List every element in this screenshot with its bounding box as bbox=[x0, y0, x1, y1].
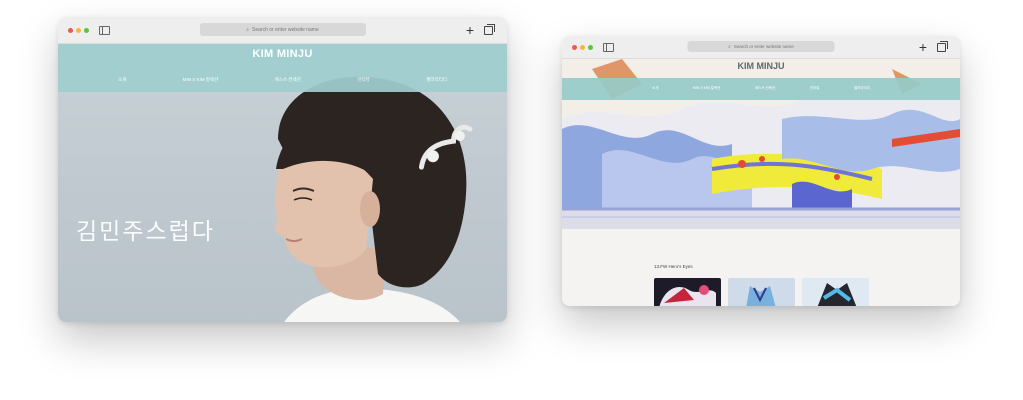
address-placeholder: Search or enter website name bbox=[252, 26, 319, 33]
sidebar-toggle-icon[interactable] bbox=[99, 25, 110, 35]
collection-thumbnail[interactable] bbox=[728, 278, 795, 306]
traffic-lights bbox=[572, 44, 593, 50]
nav-item-interview[interactable]: 인터뷰 bbox=[810, 86, 820, 91]
hero-title: 김민주스럽다 bbox=[76, 218, 215, 244]
nav-item-min-x-kim-collection[interactable]: MIN X KIM 컬렉션 bbox=[183, 77, 218, 83]
nav-item-collection[interactable]: 에스쓰 컨렉션 bbox=[755, 86, 775, 91]
nav-item-gallery[interactable]: 젤러리티티 bbox=[426, 77, 447, 83]
close-window-button[interactable] bbox=[572, 44, 577, 50]
section-title: 13.FW Hero's Eyes bbox=[654, 264, 693, 269]
browser-toolbar: ‹ › ⌕ Search or enter website name + bbox=[58, 17, 507, 62]
portrait-photo bbox=[274, 76, 473, 322]
site-nav: 소개 MIN X KIM 컬렉션 에스쓰 컨렉션 인터뷰 젤러리티티 bbox=[118, 77, 447, 83]
tab-overview-icon[interactable] bbox=[484, 23, 495, 35]
minimize-window-button[interactable] bbox=[76, 27, 81, 33]
address-placeholder: Search or enter website name bbox=[733, 44, 794, 49]
address-bar[interactable]: ⌕ Search or enter website name bbox=[687, 41, 835, 52]
tab-overview-icon[interactable] bbox=[937, 40, 948, 52]
nav-item-min-x-kim-collection[interactable]: MIN X KIM 컬렉션 bbox=[693, 86, 721, 91]
collection-thumbnail[interactable] bbox=[654, 278, 721, 306]
page-content: 소개 MIN X KIM 컬렉션 에스쓰 컨렉션 인터뷰 젤러리티티 KIM M… bbox=[562, 59, 960, 306]
new-tab-icon[interactable]: + bbox=[919, 40, 927, 54]
hero-section: KIM MINJU 소개 MIN X KIM 컬렉션 에스쓰 컨렉션 인터뷰 젤… bbox=[58, 44, 507, 322]
nav-item-collection[interactable]: 에스쓰 컨렉션 bbox=[275, 77, 301, 83]
site-header: 소개 MIN X KIM 컬렉션 에스쓰 컨렉션 인터뷰 젤러리티티 bbox=[562, 78, 960, 100]
site-logo[interactable]: KIM MINJU bbox=[562, 61, 960, 71]
search-icon: ⌕ bbox=[728, 44, 731, 49]
address-bar[interactable]: ⌕ Search or enter website name bbox=[199, 23, 366, 36]
minimize-window-button[interactable] bbox=[580, 44, 585, 50]
nav-item-about[interactable]: 소개 bbox=[118, 77, 126, 83]
site-logo[interactable]: KIM MINJU bbox=[58, 48, 507, 60]
browser-window-main: ‹ › ⌕ Search or enter website name + bbox=[58, 17, 507, 322]
browser-window-secondary: ‹ › ⌕ Search or enter website name + bbox=[562, 36, 960, 306]
close-window-button[interactable] bbox=[68, 27, 73, 33]
traffic-lights bbox=[68, 27, 89, 33]
maximize-window-button[interactable] bbox=[84, 27, 89, 33]
nav-item-gallery[interactable]: 젤러리티티 bbox=[854, 86, 870, 91]
new-tab-icon[interactable]: + bbox=[466, 23, 474, 37]
collection-thumbnail[interactable] bbox=[802, 278, 869, 306]
nav-item-about[interactable]: 소개 bbox=[652, 86, 658, 91]
maximize-window-button[interactable] bbox=[588, 44, 593, 50]
browser-toolbar: ‹ › ⌕ Search or enter website name + bbox=[562, 36, 960, 81]
sidebar-toggle-icon[interactable] bbox=[603, 42, 614, 52]
site-header: KIM MINJU 소개 MIN X KIM 컬렉션 에스쓰 컨렉션 인터뷰 젤… bbox=[58, 44, 507, 92]
search-icon: ⌕ bbox=[246, 26, 250, 33]
nav-item-interview[interactable]: 인터뷰 bbox=[357, 77, 369, 83]
site-nav: 소개 MIN X KIM 컬렉션 에스쓰 컨렉션 인터뷰 젤러리티티 bbox=[652, 86, 870, 91]
